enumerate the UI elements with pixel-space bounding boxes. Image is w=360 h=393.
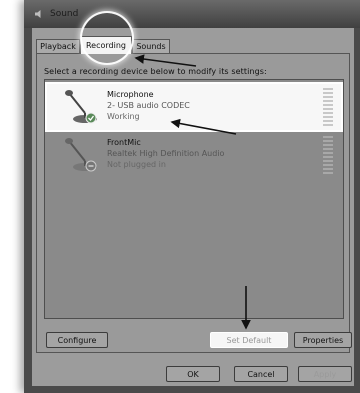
speaker-icon xyxy=(35,10,41,18)
recording-device-list: Microphone 2- USB audio CODEC Working Fr… xyxy=(44,79,344,319)
microphone-icon xyxy=(65,138,97,172)
device-status: Working xyxy=(107,112,140,121)
title-bar[interactable]: Sound xyxy=(24,0,360,28)
configure-button[interactable]: Configure xyxy=(46,332,108,348)
cancel-button[interactable]: Cancel xyxy=(234,366,288,382)
level-meter xyxy=(323,88,333,126)
device-name: Microphone xyxy=(107,90,154,99)
device-row-microphone[interactable]: Microphone 2- USB audio CODEC Working xyxy=(47,84,341,130)
device-description: 2- USB audio CODEC xyxy=(107,101,190,110)
sound-dialog: Sound Playback Recording Sounds Select a… xyxy=(24,0,360,393)
microphone-icon xyxy=(65,90,97,124)
level-meter xyxy=(323,136,333,174)
tab-sounds[interactable]: Sounds xyxy=(132,39,170,53)
device-name: FrontMic xyxy=(107,138,141,147)
dialog-body: Playback Recording Sounds Select a recor… xyxy=(32,28,354,386)
device-status: Not plugged in xyxy=(107,160,166,169)
properties-button[interactable]: Properties xyxy=(294,332,352,348)
instruction-text: Select a recording device below to modif… xyxy=(44,67,267,76)
apply-button[interactable]: Apply xyxy=(298,366,352,382)
device-row-frontmic[interactable]: FrontMic Realtek High Definition Audio N… xyxy=(47,132,341,178)
window-title: Sound xyxy=(50,9,79,19)
tab-playback[interactable]: Playback xyxy=(36,39,80,53)
set-default-button[interactable]: Set Default xyxy=(210,332,288,348)
device-description: Realtek High Definition Audio xyxy=(107,149,225,158)
ok-button[interactable]: OK xyxy=(166,366,220,382)
recording-tab-highlight-circle xyxy=(82,13,132,63)
